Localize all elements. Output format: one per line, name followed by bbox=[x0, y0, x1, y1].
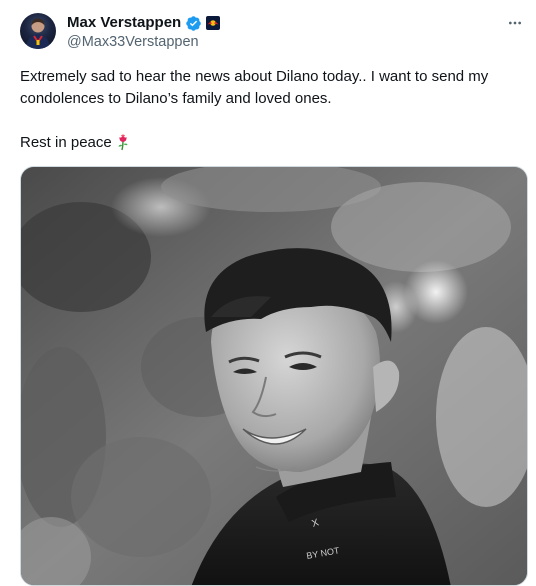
more-options-button[interactable] bbox=[502, 12, 528, 34]
tweet-card[interactable]: Max Verstappen @Max33Verstappen Extremel… bbox=[0, 0, 536, 586]
tweet-text-closing: Rest in peace bbox=[20, 132, 520, 158]
author-handle[interactable]: @Max33Verstappen bbox=[67, 33, 199, 51]
portrait-photo: X BY NOT bbox=[21, 167, 527, 585]
red-bull-badge-icon[interactable] bbox=[206, 16, 221, 30]
tweet-text-paragraph: Extremely sad to hear the news about Dil… bbox=[20, 68, 489, 107]
author-display-name[interactable]: Max Verstappen bbox=[67, 14, 181, 32]
avatar-photo-icon bbox=[26, 18, 50, 49]
verified-badge-icon[interactable] bbox=[185, 15, 202, 32]
tweet-text-closing-text: Rest in peace bbox=[20, 134, 112, 151]
rose-emoji-icon bbox=[116, 133, 130, 158]
more-options-icon bbox=[509, 21, 521, 25]
tweet-body: Extremely sad to hear the news about Dil… bbox=[20, 66, 520, 158]
tweet-media-photo[interactable]: X BY NOT bbox=[20, 166, 528, 586]
author-avatar[interactable] bbox=[20, 13, 56, 49]
